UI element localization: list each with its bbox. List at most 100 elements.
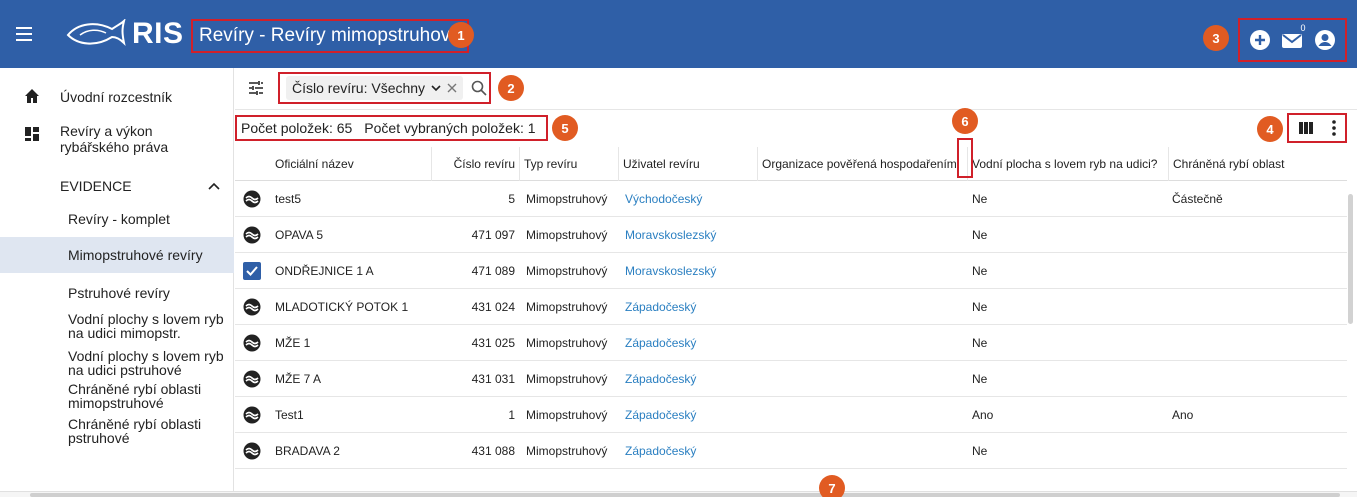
- close-icon[interactable]: [447, 83, 457, 93]
- total-count: Počet položek: 65: [241, 120, 353, 136]
- vertical-scrollbar[interactable]: [1348, 194, 1353, 324]
- table-cell-type: Mimopstruhový: [526, 444, 608, 458]
- sidebar-item-label: Revíry a výkon rybářského práva: [60, 123, 169, 155]
- horizontal-scrollbar-thumb[interactable]: [30, 493, 1340, 497]
- sidebar-section-evidence[interactable]: EVIDENCE: [0, 172, 234, 200]
- table-cell-name: MLADOTICKÝ POTOK 1: [275, 300, 409, 314]
- table-row[interactable]: Test1 1 Mimopstruhový Západočeský Ano Ano: [235, 397, 1347, 433]
- column-tools: [1287, 113, 1347, 143]
- logo-text: RIS: [132, 17, 184, 50]
- column-header-type[interactable]: Typ revíru: [519, 147, 577, 181]
- table-cell-water: Ne: [972, 444, 988, 458]
- table-cell-user[interactable]: Západočeský: [625, 361, 696, 397]
- annotation-badge-2: 2: [498, 75, 524, 101]
- table-cell-protected: Částečně: [1172, 192, 1223, 206]
- table-cell-type: Mimopstruhový: [526, 264, 608, 278]
- sidebar-item-vodni-mimopstr[interactable]: Vodní plochy s lovem ryb na udici mimops…: [0, 308, 234, 344]
- table-cell-user[interactable]: Východočeský: [625, 181, 702, 217]
- tune-filter-icon[interactable]: [248, 80, 264, 96]
- hamburger-menu-icon[interactable]: [16, 22, 40, 46]
- top-app-bar: RIS Revíry - Revíry mimopstruhové 1 3 0: [0, 0, 1357, 68]
- table-cell-number: 431 025: [471, 336, 515, 350]
- sidebar-item-label: Úvodní rozcestník: [60, 89, 173, 105]
- table-cell-user[interactable]: Moravskoslezský: [625, 217, 716, 253]
- sidebar-item-home[interactable]: Úvodní rozcestník: [0, 82, 234, 112]
- table-row[interactable]: test5 5 Mimopstruhový Východočeský Ne Částečn…: [235, 181, 1347, 217]
- column-resize-handle[interactable]: [957, 138, 973, 178]
- horizontal-scrollbar[interactable]: [0, 491, 1357, 497]
- filter-chip[interactable]: Číslo revíru: Všechny: [286, 76, 464, 100]
- row-checkbox-checked[interactable]: [243, 262, 261, 280]
- table-cell-user[interactable]: Západočeský: [625, 397, 696, 433]
- table-cell-user[interactable]: Západočeský: [625, 433, 696, 469]
- sidebar-item-chranene-mimopstr[interactable]: Chráněné rybí oblasti mimopstruhové: [0, 378, 234, 414]
- annotation-badge-7: 7: [819, 475, 845, 497]
- column-header-org[interactable]: Organizace pověřená hospodařením: [757, 147, 957, 181]
- table-row[interactable]: MLADOTICKÝ POTOK 1 431 024 Mimopstruhový Zá…: [235, 289, 1347, 325]
- selected-count: Počet vybraných položek: 1: [364, 120, 536, 136]
- column-header-user[interactable]: Uživatel revíru: [618, 147, 700, 181]
- sidebar-item-chranene-pstruhove[interactable]: Chráněné rybí oblasti pstruhové: [0, 413, 234, 449]
- row-fish-icon[interactable]: [243, 298, 261, 316]
- table-row[interactable]: ONDŘEJNICE 1 A 471 089 Mimopstruhový Moravs…: [235, 253, 1347, 289]
- chevron-down-icon[interactable]: [431, 84, 441, 92]
- sidebar-item-pstruhove[interactable]: Pstruhové revíry: [0, 278, 234, 306]
- table-cell-name: OPAVA 5: [275, 228, 324, 242]
- table-cell-user[interactable]: Moravskoslezský: [625, 253, 716, 289]
- sidebar: Úvodní rozcestník Revíry a výkon rybářsk…: [0, 68, 234, 497]
- table-cell-type: Mimopstruhový: [526, 372, 608, 386]
- table-cell-protected: Ano: [1172, 408, 1194, 422]
- table-cell-number: 471 097: [471, 228, 515, 242]
- table-cell-type: Mimopstruhový: [526, 228, 608, 242]
- home-icon: [25, 89, 39, 103]
- row-fish-icon[interactable]: [243, 226, 261, 244]
- more-vert-icon[interactable]: [1332, 120, 1336, 136]
- table-cell-water: Ne: [972, 228, 988, 242]
- column-header-water[interactable]: Vodní plocha s lovem ryb na udici?: [967, 147, 1157, 181]
- chevron-up-icon: [208, 182, 220, 190]
- row-fish-icon[interactable]: [243, 442, 261, 460]
- row-fish-icon[interactable]: [243, 406, 261, 424]
- table-cell-name: MŽE 7 A: [275, 372, 322, 386]
- table-cell-number: 431 088: [471, 444, 515, 458]
- table-cell-water: Ano: [972, 408, 994, 422]
- top-actions: 0: [1238, 18, 1347, 62]
- annotation-badge-4: 4: [1257, 116, 1283, 142]
- columns-icon[interactable]: [1298, 121, 1314, 135]
- account-icon[interactable]: [1312, 27, 1338, 53]
- ris-logo[interactable]: RIS: [66, 16, 184, 52]
- column-header-name[interactable]: Oficiální název: [271, 147, 354, 181]
- sidebar-item-reviry-komplet[interactable]: Revíry - komplet: [0, 204, 234, 232]
- sidebar-item-mimopstruhove[interactable]: Mimopstruhové revíry: [0, 237, 234, 273]
- table-cell-name: MŽE 1: [275, 336, 311, 350]
- sidebar-item-label: Vodní plochy s lovem ryb na udici pstruh…: [68, 348, 224, 378]
- dashboard-icon: [25, 127, 39, 141]
- table-cell-number: 431 024: [471, 300, 515, 314]
- table-cell-water: Ne: [972, 372, 988, 386]
- sidebar-item-vodni-pstruhove[interactable]: Vodní plochy s lovem ryb na udici pstruh…: [0, 345, 234, 381]
- table-row[interactable]: BRADAVA 2 431 088 Mimopstruhový Západočeský…: [235, 433, 1347, 469]
- table-cell-name: test5: [275, 192, 302, 206]
- sidebar-item-rights[interactable]: Revíry a výkon rybářského práva: [0, 120, 234, 160]
- table-cell-user[interactable]: Západočeský: [625, 289, 696, 325]
- search-icon[interactable]: [471, 80, 487, 96]
- row-fish-icon[interactable]: [243, 370, 261, 388]
- page-title-box: Revíry - Revíry mimopstruhové: [191, 19, 469, 53]
- filter-row: Číslo revíru: Všechny 2: [235, 68, 1357, 110]
- table-cell-user[interactable]: Západočeský: [625, 325, 696, 361]
- table-row[interactable]: MŽE 7 A 431 031 Mimopstruhový Západočeský Ne: [235, 361, 1347, 397]
- table-cell-name: BRADAVA 2: [275, 444, 340, 458]
- table-row[interactable]: OPAVA 5 471 097 Mimopstruhový Moravskoslezs…: [235, 217, 1347, 253]
- sidebar-item-label: Vodní plochy s lovem ryb na udici mimops…: [68, 311, 224, 341]
- add-icon[interactable]: [1247, 27, 1273, 53]
- table-row[interactable]: MŽE 1 431 025 Mimopstruhový Západočeský Ne: [235, 325, 1347, 361]
- table-cell-number: 431 031: [471, 372, 515, 386]
- column-header-protected[interactable]: Chráněná rybí oblast: [1168, 147, 1284, 181]
- mail-icon[interactable]: 0: [1279, 23, 1305, 53]
- row-fish-icon[interactable]: [243, 190, 261, 208]
- column-header-number[interactable]: Číslo revíru: [431, 147, 519, 181]
- row-fish-icon[interactable]: [243, 334, 261, 352]
- table-cell-type: Mimopstruhový: [526, 408, 608, 422]
- filter-box: Číslo revíru: Všechny: [278, 72, 491, 104]
- table-header: Oficiální název Číslo revíru Typ revíru …: [235, 147, 1347, 181]
